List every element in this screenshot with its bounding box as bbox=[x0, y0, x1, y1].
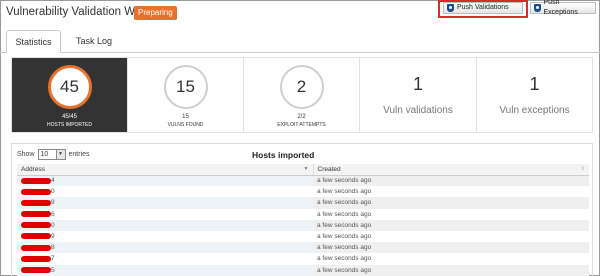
show-label: Show bbox=[17, 151, 35, 158]
push-exceptions-button[interactable]: Push Exceptions bbox=[530, 0, 596, 16]
address-cell: 4 bbox=[17, 175, 313, 187]
vulns-found-caption: VULNS FOUND bbox=[167, 122, 204, 128]
created-cell: a few seconds ago bbox=[313, 175, 589, 187]
address-text: 7 bbox=[51, 255, 55, 263]
address-text: 4 bbox=[51, 177, 55, 185]
table-row[interactable]: 9 a few seconds ago bbox=[17, 230, 589, 243]
status-badge: Preparing bbox=[134, 6, 177, 20]
address-header-label: Address bbox=[21, 165, 45, 173]
address-text: 9 bbox=[51, 199, 55, 207]
created-cell: a few seconds ago bbox=[313, 208, 589, 220]
address-text: 9 bbox=[51, 233, 55, 241]
address-cell: 9 bbox=[17, 197, 313, 209]
redaction-mark bbox=[21, 233, 51, 240]
hosts-table: Address ▼ Created ⇕ 4 a few seconds ago … bbox=[17, 164, 589, 276]
created-cell: a few seconds ago bbox=[313, 230, 589, 243]
column-header-created[interactable]: Created ⇕ bbox=[312, 164, 589, 176]
tab-task-log[interactable]: Task Log bbox=[68, 30, 120, 53]
table-row[interactable]: 7 a few seconds ago bbox=[17, 253, 589, 265]
address-cell: 6 bbox=[17, 208, 313, 220]
tab-statistics[interactable]: Statistics bbox=[6, 30, 61, 53]
sort-desc-icon: ▼ bbox=[303, 166, 309, 172]
redaction-mark bbox=[21, 222, 51, 229]
table-row[interactable]: 0 a few seconds ago bbox=[17, 186, 589, 198]
stat-hosts-imported[interactable]: 45 45/45 HOSTS IMPORTED bbox=[12, 58, 128, 132]
hosts-table-panel: Show 10 ▼ entries Hosts imported Address… bbox=[11, 143, 593, 276]
address-text: 0 bbox=[51, 221, 55, 229]
table-title: Hosts imported bbox=[252, 150, 315, 160]
push-exceptions-label: Push Exceptions bbox=[543, 0, 578, 16]
vulns-found-circle: 15 bbox=[163, 65, 208, 109]
entries-label: entries bbox=[68, 151, 90, 158]
created-cell: a few seconds ago bbox=[313, 264, 589, 276]
address-cell: 0 bbox=[17, 219, 313, 231]
redaction-mark bbox=[21, 210, 51, 217]
hosts-imported-fraction: 45/45 bbox=[61, 114, 77, 120]
page-size-value: 10 bbox=[40, 151, 49, 158]
created-cell: a few seconds ago bbox=[313, 242, 589, 254]
exploit-attempts-fraction: 2/2 bbox=[297, 114, 306, 120]
stat-exploit-attempts[interactable]: 2 2/2 EXPLOIT ATTEMPTS bbox=[244, 58, 360, 132]
redaction-mark bbox=[21, 188, 51, 195]
page-size-control: Show 10 ▼ entries bbox=[17, 149, 90, 160]
table-header-row: Address ▼ Created ⇕ bbox=[17, 164, 589, 176]
vulns-found-count: 15 bbox=[182, 114, 189, 120]
stat-vuln-validations[interactable]: 1 Vuln validations bbox=[360, 58, 477, 132]
vuln-exceptions-label: Vuln exceptions bbox=[499, 105, 570, 116]
vuln-validations-value: 1 bbox=[412, 74, 423, 94]
vuln-validations-label: Vuln validations bbox=[383, 105, 453, 116]
page-size-select[interactable]: 10 ▼ bbox=[37, 149, 66, 160]
exploit-attempts-caption: EXPLOIT ATTEMPTS bbox=[277, 122, 326, 128]
column-header-address[interactable]: Address ▼ bbox=[17, 164, 313, 176]
stat-vuln-exceptions[interactable]: 1 Vuln exceptions bbox=[477, 58, 592, 132]
created-cell: a few seconds ago bbox=[313, 219, 589, 231]
table-row[interactable]: 5 a few seconds ago bbox=[17, 264, 589, 276]
redaction-mark bbox=[21, 177, 51, 184]
vuln-exceptions-value: 1 bbox=[529, 74, 540, 94]
address-cell: 7 bbox=[17, 253, 313, 265]
sort-icon: ⇕ bbox=[580, 166, 585, 172]
stats-panel: 45 45/45 HOSTS IMPORTED 15 15 VULNS FOUN… bbox=[11, 57, 593, 133]
table-row[interactable]: 0 a few seconds ago bbox=[17, 219, 589, 231]
hosts-imported-circle: 45 bbox=[47, 65, 92, 109]
address-cell: 9 bbox=[17, 230, 313, 243]
created-cell: a few seconds ago bbox=[313, 253, 589, 265]
redaction-mark bbox=[21, 199, 51, 206]
hosts-imported-caption: HOSTS IMPORTED bbox=[47, 122, 92, 128]
created-header-label: Created bbox=[317, 165, 341, 173]
created-cell: a few seconds ago bbox=[313, 197, 589, 209]
table-row[interactable]: 9 a few seconds ago bbox=[17, 197, 589, 209]
highlight-box bbox=[438, 0, 528, 18]
address-text: 5 bbox=[51, 266, 55, 274]
table-row[interactable]: 8 a few seconds ago bbox=[17, 242, 589, 254]
redaction-mark bbox=[21, 244, 51, 251]
address-text: 8 bbox=[51, 244, 55, 252]
stat-vulns-found[interactable]: 15 15 VULNS FOUND bbox=[128, 58, 244, 132]
redaction-mark bbox=[21, 266, 51, 273]
chevron-down-icon: ▼ bbox=[55, 150, 65, 159]
address-cell: 5 bbox=[17, 264, 313, 276]
exploit-attempts-circle: 2 bbox=[279, 65, 324, 109]
address-text: 6 bbox=[51, 210, 55, 218]
shield-icon bbox=[534, 4, 541, 12]
address-cell: 8 bbox=[17, 242, 313, 254]
table-row[interactable]: 6 a few seconds ago bbox=[17, 208, 589, 220]
table-row[interactable]: 4 a few seconds ago bbox=[17, 175, 589, 187]
created-cell: a few seconds ago bbox=[313, 186, 589, 198]
address-text: 0 bbox=[51, 188, 55, 196]
address-cell: 0 bbox=[17, 186, 313, 198]
redaction-mark bbox=[21, 255, 51, 262]
